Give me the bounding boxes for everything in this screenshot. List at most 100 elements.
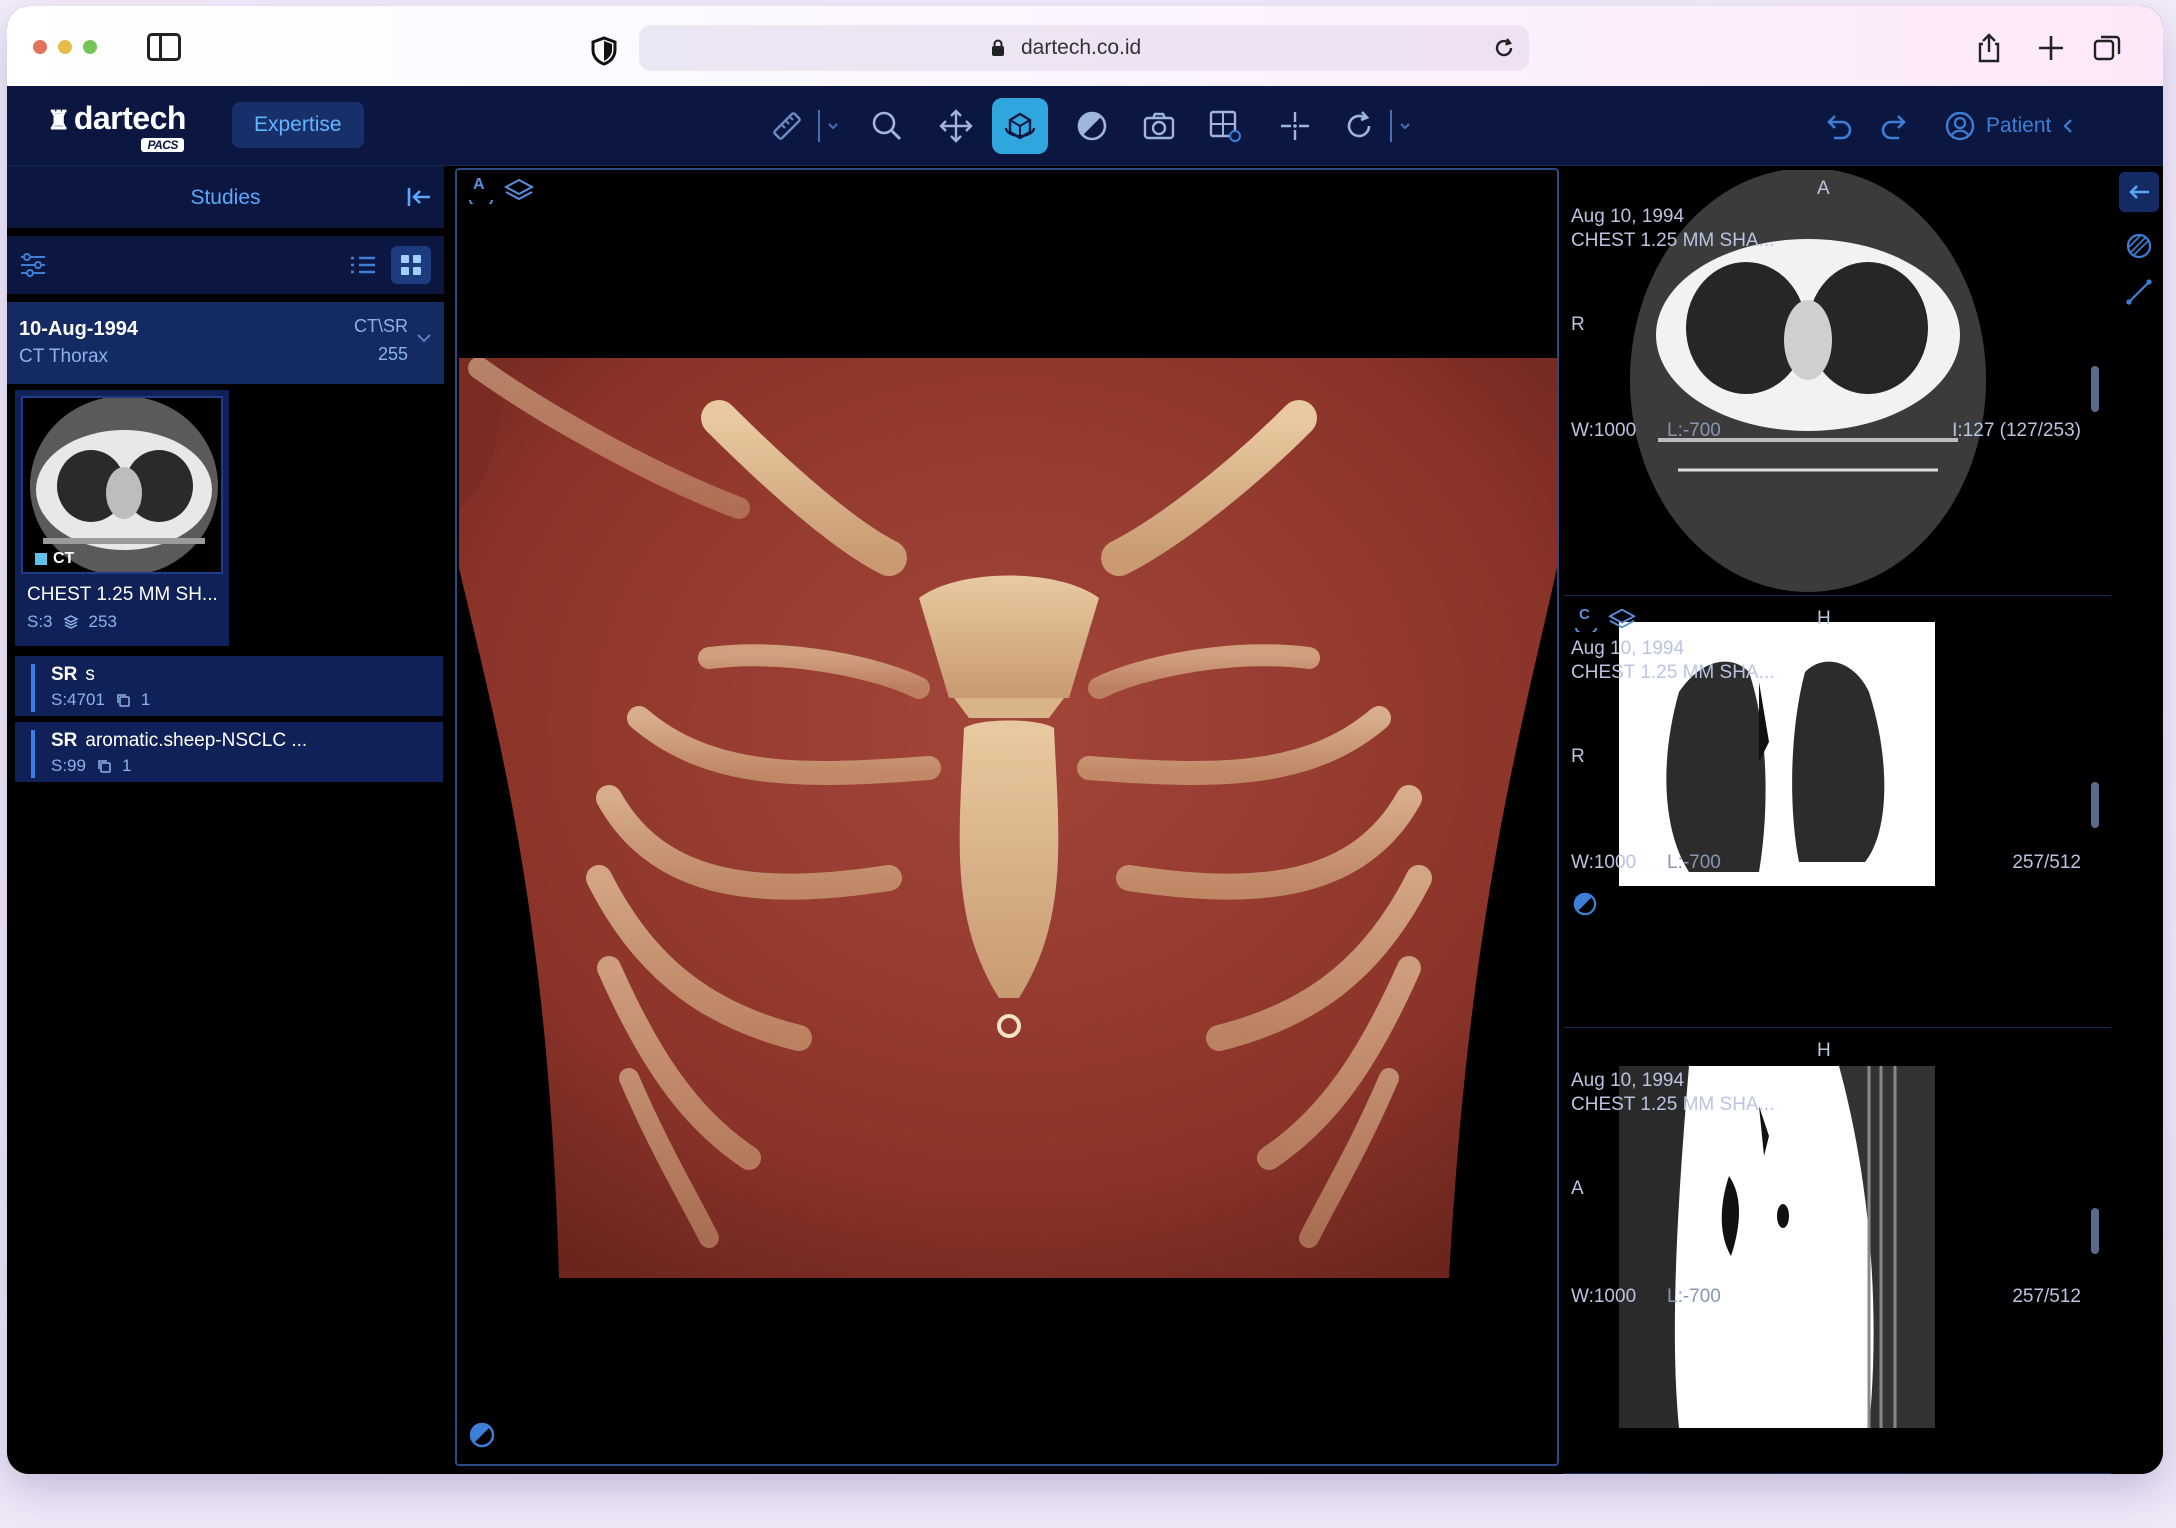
study-description: CT Thorax xyxy=(19,346,109,367)
sr-name: s xyxy=(85,664,95,685)
expand-panel-button[interactable] xyxy=(2119,172,2159,212)
toolbar-separator xyxy=(818,110,820,142)
tab-overview-icon[interactable] xyxy=(2091,32,2123,64)
share-icon[interactable] xyxy=(1973,32,2005,64)
sidebar-toggle-icon[interactable] xyxy=(147,33,181,61)
zoom-window-button[interactable] xyxy=(83,40,97,54)
viewport-date: Aug 10, 1994 xyxy=(1571,1070,1685,1091)
study-instance-count: 255 xyxy=(377,344,408,364)
logo-badge: PACS xyxy=(141,138,184,152)
segmentation-icon[interactable] xyxy=(2125,232,2153,260)
copy-icon xyxy=(98,760,111,773)
viewport-orientation-controls: A xyxy=(467,176,535,204)
chevron-down-icon[interactable] xyxy=(416,332,432,344)
layers-icon[interactable] xyxy=(503,176,535,204)
slice-index: 257/512 xyxy=(2012,1286,2081,1307)
sr-series-item[interactable]: SR aromatic.sheep-NSCLC ... S:99 1 xyxy=(15,722,443,782)
coronal-viewport[interactable]: C H R Aug 10, 1994 CHEST 1.25 MM SHA... … xyxy=(1563,598,2111,1028)
rotate-3d-tool-button[interactable] xyxy=(992,98,1048,154)
mpr-viewports: A R Aug 10, 1994 CHEST 1.25 MM SHA... W:… xyxy=(1563,166,2113,1474)
ruler-icon xyxy=(773,112,801,140)
contrast-icon[interactable] xyxy=(469,1422,495,1448)
zoom-tool-button[interactable] xyxy=(859,98,915,154)
crosshair-icon xyxy=(1281,112,1309,140)
studies-toolbar xyxy=(7,236,444,294)
slice-scrollbar[interactable] xyxy=(2091,1208,2099,1254)
axial-ct-thumbnail-image xyxy=(23,398,221,572)
right-toolbar xyxy=(2115,166,2163,1474)
sr-series-number: S:4701 xyxy=(51,690,105,709)
pan-tool-button[interactable] xyxy=(928,98,984,154)
app-logo: ♜ dartech PACS xyxy=(47,100,187,152)
new-tab-icon[interactable] xyxy=(2035,32,2067,64)
chevron-down-icon[interactable] xyxy=(1399,120,1411,132)
grid-view-button[interactable] xyxy=(391,246,431,284)
reload-icon[interactable] xyxy=(1493,37,1515,59)
capture-tool-button[interactable] xyxy=(1131,98,1187,154)
chevron-down-icon[interactable] xyxy=(827,120,839,132)
sagittal-viewport[interactable]: H A Aug 10, 1994 CHEST 1.25 MM SHA... W:… xyxy=(1563,1030,2111,1474)
viewport-series: CHEST 1.25 MM SHA... xyxy=(1571,1094,1775,1115)
sr-item-accent xyxy=(31,730,35,778)
axial-viewport[interactable]: A R Aug 10, 1994 CHEST 1.25 MM SHA... W:… xyxy=(1563,166,2111,596)
user-icon xyxy=(1945,111,1975,141)
sr-modality: SR xyxy=(51,664,78,685)
undo-icon[interactable] xyxy=(1822,112,1854,142)
series-modality: CT xyxy=(53,550,75,567)
chevron-left-icon xyxy=(2063,119,2073,133)
chest-volume-render xyxy=(459,358,1557,1278)
copy-icon xyxy=(117,694,130,707)
study-item[interactable]: 10-Aug-1994 CT Thorax CT\SR 255 xyxy=(7,302,444,384)
expertise-button[interactable]: Expertise xyxy=(232,102,364,148)
studies-panel-title: Studies xyxy=(190,186,261,209)
orientation-marker[interactable]: A xyxy=(467,176,495,204)
layout-tool-button[interactable] xyxy=(1197,98,1253,154)
address-bar[interactable]: dartech.co.id xyxy=(639,25,1529,71)
series-thumbnail-card[interactable]: CT CHEST 1.25 MM SH... S:3 253 xyxy=(15,390,229,646)
redo-icon[interactable] xyxy=(1879,112,1911,142)
main-3d-viewport[interactable]: A xyxy=(455,168,1559,1466)
minimize-window-button[interactable] xyxy=(58,40,72,54)
layers-icon[interactable] xyxy=(1607,606,1637,632)
sr-item-meta: S:4701 1 xyxy=(51,690,150,710)
crosshair-tool-button[interactable] xyxy=(1267,98,1323,154)
window-level-tool-button[interactable] xyxy=(1064,98,1120,154)
sr-series-item[interactable]: SR s S:4701 1 xyxy=(15,656,443,716)
series-instances: 253 xyxy=(88,612,117,631)
patient-button[interactable]: Patient xyxy=(1944,108,2075,144)
sr-name: aromatic.sheep-NSCLC ... xyxy=(85,730,308,751)
series-meta: S:3 253 xyxy=(27,612,117,632)
sr-modality: SR xyxy=(51,730,78,751)
slice-index: 257/512 xyxy=(2012,852,2081,873)
orientation-arc-icon xyxy=(469,199,493,204)
studies-panel-header: Studies xyxy=(7,166,444,228)
toolbar-separator xyxy=(1390,110,1392,142)
reset-tool-button[interactable] xyxy=(1331,98,1387,154)
viewport-date: Aug 10, 1994 xyxy=(1571,206,1685,227)
browser-window: dartech.co.id ♜ dartech PACS Expertise P… xyxy=(7,6,2163,1474)
contrast-icon xyxy=(1077,111,1107,141)
list-view-icon[interactable] xyxy=(347,250,379,280)
rotate-clockwise-icon xyxy=(1347,111,1371,138)
url-text: dartech.co.id xyxy=(1021,36,1142,59)
close-window-button[interactable] xyxy=(33,40,47,54)
viewport-orientation-controls: C xyxy=(1573,606,1637,632)
study-date: 10-Aug-1994 xyxy=(19,318,138,340)
slice-scrollbar[interactable] xyxy=(2091,782,2099,828)
grid-view-icon xyxy=(401,255,421,275)
collapse-panel-icon[interactable] xyxy=(406,186,432,208)
window-width: W:1000 xyxy=(1571,420,1637,441)
orientation-marker[interactable]: C xyxy=(1573,606,1599,632)
sr-item-title: SR s xyxy=(51,664,95,686)
studies-panel: Studies 10-Aug-1994 CT Thorax CT\SR 255 xyxy=(7,166,444,1474)
line-measure-icon[interactable] xyxy=(2125,278,2153,306)
slice-scrollbar[interactable] xyxy=(2091,366,2099,412)
privacy-shield-icon[interactable] xyxy=(589,36,619,66)
sr-instances: 1 xyxy=(121,756,132,775)
window-width: W:1000 xyxy=(1571,1286,1637,1307)
window-level: L:-700 xyxy=(1667,1286,1721,1307)
filter-sliders-icon[interactable] xyxy=(19,252,47,278)
measure-tool-button[interactable] xyxy=(759,98,815,154)
contrast-icon[interactable] xyxy=(1573,892,1597,916)
logo-text: dartech xyxy=(73,100,187,136)
